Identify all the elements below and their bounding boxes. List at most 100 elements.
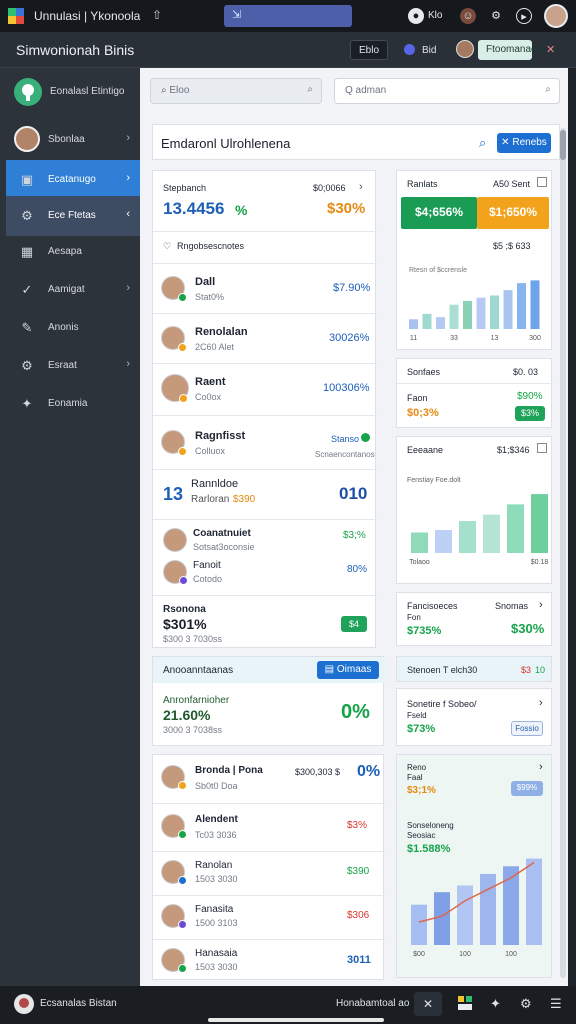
header-chip-2[interactable]: Bid xyxy=(422,45,436,56)
header-avatar[interactable] xyxy=(456,40,474,58)
chevron-right-icon: › xyxy=(126,132,130,144)
home-indicator[interactable] xyxy=(208,1018,384,1022)
sidebar-item-profile[interactable]: Sbonlaa › xyxy=(6,120,140,160)
settings-icon[interactable]: ⚙ xyxy=(488,8,504,24)
sidebar-item-economics[interactable]: ✦ Eonamia xyxy=(6,384,140,424)
center-tab[interactable]: ⇲ xyxy=(224,5,352,27)
list-item[interactable]: Coanatnuiet Sotsat3oconsie $3;% Fanoit C… xyxy=(153,519,377,595)
chart-bar xyxy=(435,529,452,553)
x-tick-label: 300 xyxy=(529,335,541,342)
chart-bar xyxy=(449,304,459,329)
header-chip-1[interactable]: Eblo xyxy=(350,40,389,60)
x-tick-label: 100 xyxy=(459,951,471,958)
people-list-card: Bronda | Pona Sb0t0 Doa $300,303 $ 0% Al… xyxy=(152,754,385,981)
x-tick-label: 11 xyxy=(410,335,417,342)
x-tick-label: $0.18 xyxy=(531,559,549,566)
security-card: Sonetire f Sobeo/ › Fseld $73% Fossio xyxy=(396,688,552,746)
sidebar-item-features[interactable]: ⚙ Ece Ftetas ‹ xyxy=(6,196,140,236)
pin-icon[interactable]: ⇧ xyxy=(152,8,162,22)
puzzle-icon[interactable]: ✦ xyxy=(490,996,501,1012)
brand-logo-icon xyxy=(14,78,42,106)
status-badge xyxy=(178,293,187,302)
user-avatar[interactable] xyxy=(544,4,568,28)
chart-bar xyxy=(436,317,445,329)
chevron-left-icon: ‹ xyxy=(126,208,130,220)
sidebar-item-settings[interactable]: ⚙ Esraat › xyxy=(6,346,140,386)
section-title-bar: Emdaronl Ulrohlenena ⌕ ✕ Renebs xyxy=(152,124,560,160)
status-badge xyxy=(178,920,187,929)
avatar[interactable] xyxy=(14,994,34,1014)
summary-right-label: $0;0066 xyxy=(313,183,346,193)
chart-bar xyxy=(411,904,427,945)
profile-icon[interactable]: ☺ xyxy=(460,8,476,24)
x-tick-label: 13 xyxy=(491,335,499,342)
x-tick-label: Tolaoo xyxy=(409,559,430,566)
sidebar-item-spaces[interactable]: ▦ Aesapa xyxy=(6,232,140,272)
revenue-card: Eeeaane $1;$346 Fenstiay Foe.dolt Tolaoo… xyxy=(396,436,552,584)
section-title: Emdaronl Ulrohlenena xyxy=(161,136,291,151)
gear-icon[interactable]: ⚙ xyxy=(520,996,532,1012)
expand-icon[interactable] xyxy=(537,443,547,453)
expand-icon[interactable] xyxy=(537,177,547,187)
chart-bar xyxy=(530,280,540,329)
chevron-right-icon[interactable]: › xyxy=(539,599,543,611)
scrollbar[interactable] xyxy=(560,128,566,978)
finance-card: Fancisoeces Snomas › Fon $735% $30% xyxy=(396,592,552,646)
list-item[interactable]: Fanasita 1500 3103 $306 xyxy=(153,895,385,939)
list-item[interactable]: Renolalan 2C60 Alet 30026% xyxy=(153,313,377,363)
summary-value-orange: $30% xyxy=(327,200,366,217)
summary-card: Stepbanch $0;0066 › 13.4456 % $30% ♡ Rng… xyxy=(152,170,377,648)
sidebar-item-notes[interactable]: ✎ Anonis xyxy=(6,308,140,348)
grid-icon[interactable] xyxy=(458,996,472,1010)
sidebar-item-manager[interactable]: ✓ Aamigat › xyxy=(6,270,140,310)
panel-icon: ▣ xyxy=(20,172,34,187)
x-tick-label: 33 xyxy=(450,335,458,342)
chart-bar xyxy=(503,290,513,329)
list-item[interactable]: Dall Stat0% $7.90% xyxy=(153,263,377,313)
close-icon[interactable]: ✕ xyxy=(414,992,442,1016)
grid-icon: ▦ xyxy=(20,244,34,259)
chart-bar xyxy=(463,300,472,329)
list-item[interactable]: Alendent Tc03 3036 $3% xyxy=(153,803,385,851)
search-field[interactable]: Q adman ⌕ xyxy=(334,78,560,104)
footer-right-label: Honabamtoal ao xyxy=(336,998,410,1009)
list-item[interactable]: Ragnfisst Colluox Stanso Scnaencontanos xyxy=(153,415,377,469)
chart-bar xyxy=(457,885,473,945)
search-input[interactable]: ⌕ Eloo ⌕ xyxy=(150,78,322,104)
list-item[interactable]: Raent Co0ox 100306% xyxy=(153,363,377,415)
chevron-right-icon[interactable]: › xyxy=(539,761,543,773)
pencil-icon: ✎ xyxy=(21,320,33,335)
status-strip: Stenoen T elch30 $3 10 xyxy=(396,656,552,682)
status-badge xyxy=(179,576,188,585)
chart-bar xyxy=(459,521,476,553)
record-icon[interactable]: ● xyxy=(408,8,424,24)
status-badge xyxy=(178,964,187,973)
x-tick-label: 100 xyxy=(505,951,517,958)
play-icon[interactable]: ▸ xyxy=(516,8,532,24)
sidebar-item-catalogue[interactable]: ▣ Ecatanugo › xyxy=(6,160,140,200)
list-item[interactable]: Ranolan 1503 3030 $390 xyxy=(153,851,385,895)
list-item[interactable]: 13 Rannldoe Rarloran $390 010 xyxy=(153,469,377,519)
search-icon[interactable]: ⌕ xyxy=(479,135,486,151)
chart-bar xyxy=(490,295,499,329)
list-item[interactable]: Bronda | Pona Sb0t0 Doa $300,303 $ 0% xyxy=(153,755,385,803)
brand-label: Eonalasl Etintigo xyxy=(50,86,125,97)
list-item[interactable]: Hanasaia 1503 3030 3011 xyxy=(153,939,385,981)
x-tick-label: $00 xyxy=(413,951,425,958)
chevron-right-icon[interactable]: › xyxy=(359,181,363,193)
chart-bar xyxy=(507,504,524,553)
close-icon[interactable]: ✕ xyxy=(546,43,555,56)
agreement-button[interactable]: ▤ Oimaas xyxy=(317,661,379,679)
bar-chart-3: $00 100 100 xyxy=(411,858,542,958)
chart-bar xyxy=(480,873,496,945)
avatar xyxy=(14,126,40,152)
summary-value: 13.4456 xyxy=(163,199,225,218)
status-label: Klo xyxy=(428,10,443,21)
status-badge[interactable]: Fossio xyxy=(511,721,543,736)
renew-button[interactable]: ✕ Renebs xyxy=(497,133,551,153)
header-chip-3[interactable]: Ftoomanaem xyxy=(478,40,545,60)
chart-bar xyxy=(483,514,500,553)
menu-icon[interactable]: ☰ xyxy=(550,996,562,1012)
chevron-right-icon[interactable]: › xyxy=(539,697,543,709)
chart-bar xyxy=(531,494,548,553)
